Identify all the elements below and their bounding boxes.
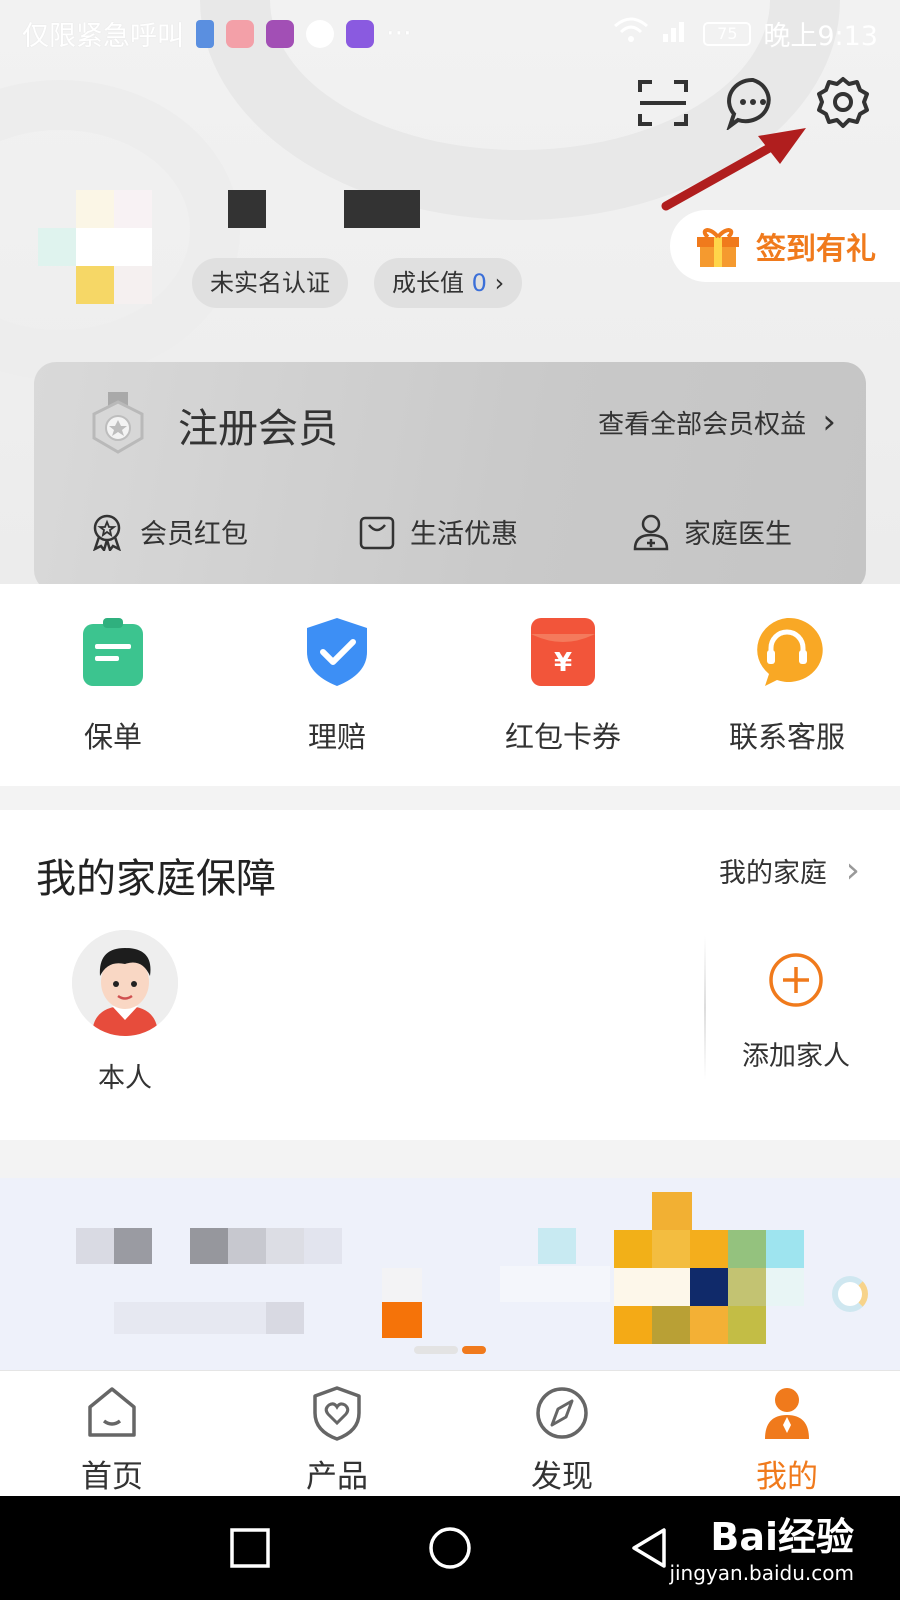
add-family-member-button[interactable]: 添加家人 — [736, 952, 856, 1073]
add-family-label: 添加家人 — [742, 1041, 850, 1072]
recent-apps-icon[interactable] — [226, 1524, 274, 1572]
tab-products[interactable]: 产品 — [267, 1385, 407, 1496]
clock: 晚上9:13 — [763, 21, 878, 52]
shopping-bag-icon — [359, 516, 395, 549]
annotation-arrow-icon — [661, 128, 806, 211]
tab-discover[interactable]: 发现 — [492, 1385, 632, 1496]
quick-action-label: 联系客服 — [728, 720, 845, 754]
growth-value: 0 — [471, 269, 487, 297]
home-circle-icon[interactable] — [426, 1524, 474, 1572]
watermark-url: jingyan.baidu.com — [669, 1561, 854, 1585]
doctor-icon — [633, 514, 669, 550]
chevron-right-icon: › — [494, 269, 505, 297]
perk-label: 会员红包 — [140, 519, 248, 550]
profile-header: 仅限紧急呼叫 ··· 75 晚上9:13 未实名认证 成长值 0 › 签到有礼 … — [0, 0, 900, 584]
perk-label: 家庭医生 — [684, 519, 792, 550]
divider — [704, 936, 706, 1080]
scan-icon[interactable] — [636, 76, 690, 130]
my-family-label: 我的家庭 — [719, 858, 827, 889]
shield-notification-icon — [306, 19, 334, 48]
checkin-label: 签到有礼 — [756, 232, 876, 267]
verify-chip-label: 未实名认证 — [210, 269, 330, 297]
member-card[interactable]: 注册会员 查看全部会员权益 › 会员红包 生活优惠 家庭医生 — [34, 362, 866, 584]
member-level-title: 注册会员 — [178, 406, 338, 452]
quick-action-customer-service[interactable]: 联系客服 — [712, 616, 862, 756]
app-notification-icon — [346, 19, 374, 48]
tab-label: 产品 — [306, 1459, 368, 1495]
view-all-benefits-link[interactable]: 查看全部会员权益 › — [598, 402, 836, 442]
quick-actions: 保单 理赔 ¥ 红包卡券 联系客服 — [0, 584, 900, 786]
shield-heart-icon — [313, 1386, 361, 1441]
quick-action-label: 红包卡券 — [504, 720, 621, 754]
my-family-link[interactable]: 我的家庭 › — [719, 850, 860, 891]
back-triangle-icon[interactable] — [626, 1524, 674, 1572]
avatar[interactable] — [38, 190, 158, 306]
promo-banner[interactable] — [0, 1178, 900, 1370]
system-navigation-bar: Bai经验 jingyan.baidu.com — [0, 1496, 900, 1600]
avatar — [72, 930, 178, 1036]
battery-icon: 75 — [703, 21, 752, 46]
policy-clipboard-icon — [83, 618, 143, 686]
watermark-brand: Bai经验 — [710, 1515, 854, 1559]
more-notifications-icon: ··· — [386, 18, 412, 49]
gift-icon — [697, 228, 739, 267]
quick-action-policy[interactable]: 保单 — [38, 616, 188, 756]
family-section-title: 我的家庭保障 — [36, 856, 276, 902]
tab-mine[interactable]: 我的 — [717, 1385, 857, 1496]
perk-label: 生活优惠 — [410, 519, 518, 550]
svg-text:¥: ¥ — [554, 648, 572, 678]
signal-icon — [661, 16, 691, 51]
red-envelope-icon: ¥ — [531, 618, 595, 686]
home-icon — [88, 1387, 136, 1437]
tab-label: 我的 — [756, 1459, 818, 1495]
family-protection-section: 我的家庭保障 我的家庭 › 本人 添加家人 — [0, 810, 900, 1140]
compass-icon — [536, 1387, 588, 1439]
chevron-right-icon: › — [822, 402, 836, 442]
perk-family-doctor[interactable]: 家庭医生 — [632, 512, 792, 551]
settings-gear-icon[interactable] — [816, 76, 870, 130]
view-all-benefits-label: 查看全部会员权益 — [598, 410, 807, 440]
status-bar: 仅限紧急呼叫 ··· 75 晚上9:13 — [0, 0, 900, 60]
perk-member-redpacket[interactable]: 会员红包 — [88, 512, 248, 551]
family-member-label: 本人 — [98, 1063, 152, 1094]
quick-action-label: 保单 — [83, 720, 142, 754]
quick-action-label: 理赔 — [307, 720, 366, 754]
checkin-reward-button[interactable]: 签到有礼 — [670, 210, 900, 282]
tab-home[interactable]: 首页 — [42, 1385, 182, 1496]
shield-check-icon — [307, 618, 367, 686]
bottom-tab-bar: 首页 产品 发现 我的 — [0, 1370, 900, 1496]
emergency-call-text: 仅限紧急呼叫 — [22, 21, 184, 52]
quick-action-claims[interactable]: 理赔 — [262, 616, 412, 756]
tab-label: 首页 — [81, 1459, 143, 1495]
watermark: Bai经验 jingyan.baidu.com — [669, 1506, 854, 1585]
perk-life-discount[interactable]: 生活优惠 — [358, 512, 518, 551]
real-name-verify-chip[interactable]: 未实名认证 — [192, 258, 348, 308]
headset-icon — [757, 617, 823, 686]
medal-icon — [92, 392, 144, 454]
growth-label: 成长值 — [392, 269, 464, 297]
growth-value-chip[interactable]: 成长值 0 › — [374, 258, 523, 308]
plus-circle-icon — [769, 953, 823, 1007]
ribbon-badge-icon — [93, 514, 121, 551]
wifi-icon — [613, 16, 649, 51]
banner-pagination — [414, 1346, 486, 1354]
message-icon[interactable] — [726, 76, 780, 132]
battery-saver-icon — [196, 19, 214, 48]
app-notification-icon — [266, 19, 294, 48]
person-icon — [765, 1388, 809, 1439]
chevron-right-icon: › — [845, 850, 860, 891]
family-member-self[interactable]: 本人 — [72, 930, 178, 1095]
tab-label: 发现 — [531, 1459, 593, 1495]
quick-action-coupons[interactable]: ¥ 红包卡券 — [488, 616, 638, 756]
app-notification-icon — [226, 19, 254, 48]
